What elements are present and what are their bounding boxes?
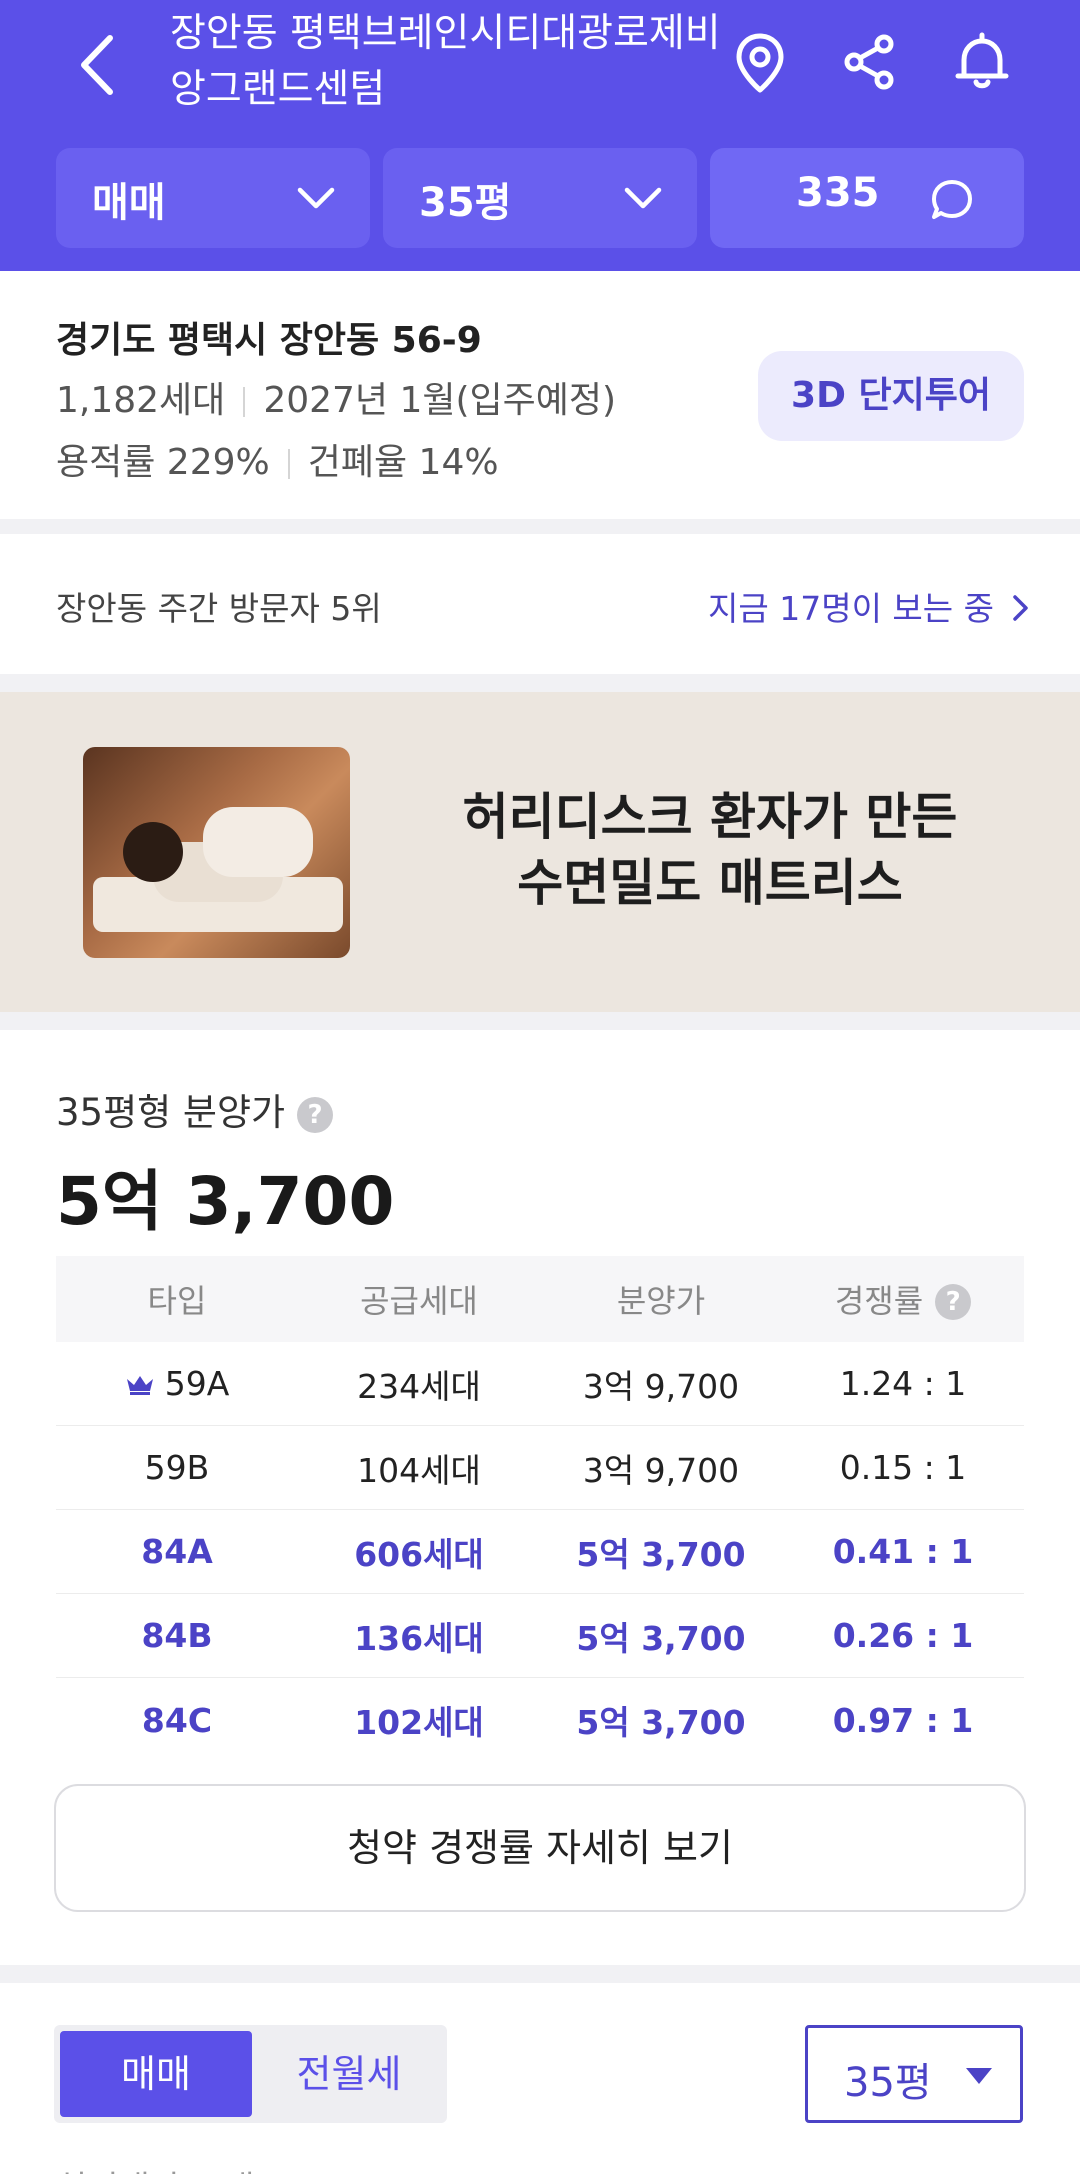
speech-bubble-icon [932,180,972,219]
cell-ratio: 0.41 : 1 [832,1532,974,1571]
location-pin-icon[interactable] [728,30,792,94]
complex-meta-1: 1,182세대 2027년 1월(입주예정) [56,371,616,423]
visitor-rank-text: 장안동 주간 방문자 5위 [56,589,382,628]
toggle-sale[interactable]: 매매 [60,2031,252,2117]
toggle-rent[interactable]: 전월세 [254,2031,444,2117]
cell-ratio: 0.97 : 1 [832,1700,974,1740]
ad-line-1: 허리디스크 환자가 만든 [462,788,958,846]
table-header: 타입 공급세대 분양가 경쟁률? [56,1256,1024,1342]
comments-button[interactable]: 335 [710,148,1024,248]
cell-price: 5억 3,700 [576,1618,746,1658]
table-row: 59A 234세대 3억 9,700 1.24 : 1 [56,1342,1024,1426]
top-header: 장안동 평택브레인시티대광로제비앙그랜드센텀 매매 35평 335 [0,0,1080,271]
cell-supply: 102세대 [354,1703,484,1742]
size-dropdown[interactable]: 35평 [383,148,697,248]
cell-ratio: 0.15 : 1 [839,1448,967,1487]
size-select[interactable]: 35평 [805,2025,1023,2123]
cell-price: 3억 9,700 [582,1366,740,1406]
header-type: 타입 [147,1282,207,1320]
ad-banner[interactable]: 허리디스크 환자가 만든 수면밀도 매트리스 [0,692,1080,1012]
separator [243,387,246,417]
sale-price-section: 35평형 분양가? 5억 3,700 타입 공급세대 분양가 경쟁률? 59A … [0,1030,1080,1965]
cell-price: 3억 9,700 [582,1450,740,1490]
cell-price: 5억 3,700 [576,1534,746,1574]
share-icon[interactable] [838,30,902,94]
table-row: 59B 104세대 3억 9,700 0.15 : 1 [56,1426,1024,1510]
unit-type-table: 타입 공급세대 분양가 경쟁률? 59A 234세대 3억 9,700 1.24… [56,1256,1024,1762]
ad-line-2: 수면밀도 매트리스 [517,854,903,912]
back-arrow-icon[interactable] [70,30,130,100]
price-label-text: 35평형 분양가 [56,1091,286,1134]
section-divider [0,519,1080,534]
header-supply: 공급세대 [360,1282,478,1320]
cell-type: 84C [141,1700,213,1740]
section-divider [0,1012,1080,1030]
building-coverage: 건폐율 14% [307,442,499,483]
section-title-partial: 실거래가 그래프 [56,2161,286,2174]
size-label: 35평 [419,180,512,226]
page-title: 장안동 평택브레인시티대광로제비앙그랜드센텀 [170,11,721,112]
ad-mattress-image [83,747,350,958]
viewing-now-link[interactable]: 지금 17명이 보는 중 [708,582,1030,630]
table-row: 84A 606세대 5억 3,700 0.41 : 1 [56,1510,1024,1594]
competition-detail-button[interactable]: 청약 경쟁률 자세히 보기 [54,1784,1026,1912]
cell-type: 59A [56,1364,298,1403]
viewing-now-text: 지금 17명이 보는 중 [708,589,994,628]
price-label: 35평형 분양가? [56,1082,334,1136]
type-value: 59A [164,1364,230,1403]
bell-icon[interactable] [950,30,1014,94]
section-divider [0,674,1080,692]
chevron-down-icon [624,187,662,209]
cell-ratio: 1.24 : 1 [839,1364,967,1403]
cell-price: 5억 3,700 [576,1703,746,1742]
deal-type-toggle: 매매 전월세 [54,2025,447,2123]
cell-type: 59B [144,1448,210,1487]
size-select-value: 35평 [844,2060,932,2106]
move-in-date: 2027년 1월(입주예정) [263,380,617,421]
complex-info: 경기도 평택시 장안동 56-9 1,182세대 2027년 1월(입주예정) 용… [0,271,1080,519]
visitor-rank-row[interactable]: 장안동 주간 방문자 5위 지금 17명이 보는 중 [0,534,1080,674]
address: 경기도 평택시 장안동 56-9 [56,320,482,361]
header-ratio-label: 경쟁률 [834,1282,924,1320]
header-ratio: 경쟁률? [782,1276,1024,1322]
table-row: 84C 102세대 5억 3,700 0.97 : 1 [56,1678,1024,1762]
cell-type: 84A [141,1532,213,1571]
cell-supply: 234세대 [357,1366,481,1406]
cell-supply: 136세대 [354,1618,484,1658]
header-price: 분양가 [616,1282,706,1320]
chevron-down-icon [297,187,335,209]
section-divider [0,1965,1080,1983]
pillow-shape [203,807,313,877]
households: 1,182세대 [56,380,226,421]
complex-meta-2: 용적률 229% 건폐율 14% [56,433,499,485]
person-shape [123,822,183,882]
floor-area-ratio: 용적률 229% [56,442,270,483]
sale-price-value: 5억 3,700 [56,1163,395,1240]
cell-type: 84B [141,1616,213,1655]
deal-type-dropdown[interactable]: 매매 [56,148,370,248]
3d-tour-button[interactable]: 3D 단지투어 [758,351,1024,441]
cell-supply: 606세대 [354,1534,484,1574]
deal-type-label: 매매 [92,180,166,226]
ad-headline: 허리디스크 환자가 만든 수면밀도 매트리스 [400,784,1020,916]
transaction-section: 매매 전월세 35평 실거래가 그래프 [0,1983,1080,2174]
crown-icon [126,1376,153,1395]
cell-supply: 104세대 [357,1450,481,1490]
comments-count: 335 [796,170,880,216]
table-row: 84B 136세대 5억 3,700 0.26 : 1 [56,1594,1024,1678]
caret-down-icon [966,2068,992,2084]
chevron-right-icon [1013,595,1028,621]
help-icon[interactable]: ? [935,1284,972,1320]
separator [287,449,290,479]
help-icon[interactable]: ? [297,1097,334,1133]
cell-ratio: 0.26 : 1 [832,1616,974,1655]
